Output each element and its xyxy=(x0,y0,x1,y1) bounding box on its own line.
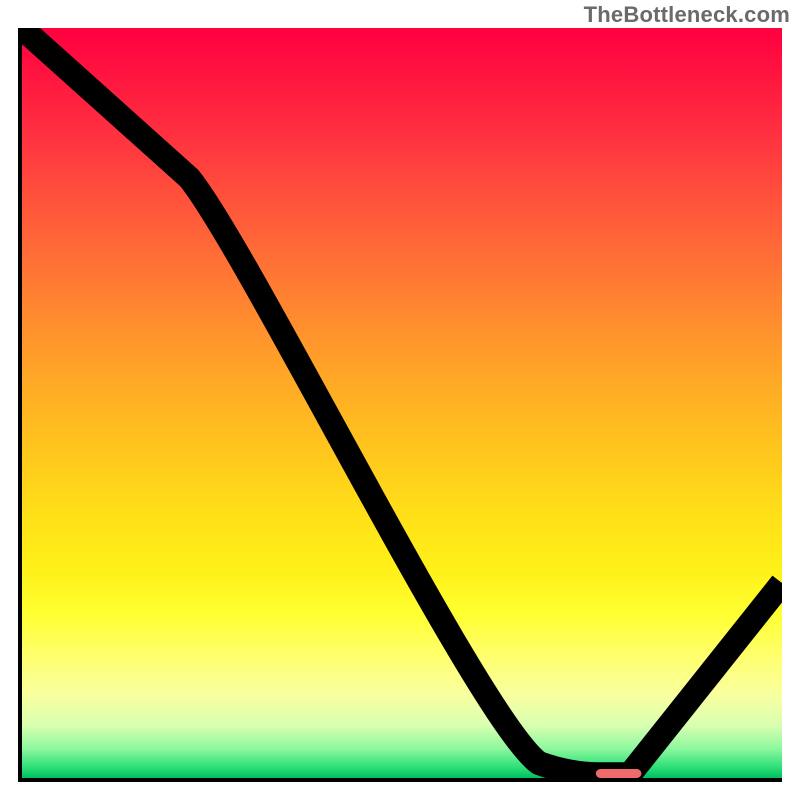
chart-container: TheBottleneck.com xyxy=(0,0,800,800)
plot-area xyxy=(18,28,782,782)
bottleneck-curve xyxy=(22,28,782,774)
plot-svg xyxy=(22,28,782,778)
watermark-label: TheBottleneck.com xyxy=(584,2,790,28)
highlight-marker xyxy=(596,769,642,778)
